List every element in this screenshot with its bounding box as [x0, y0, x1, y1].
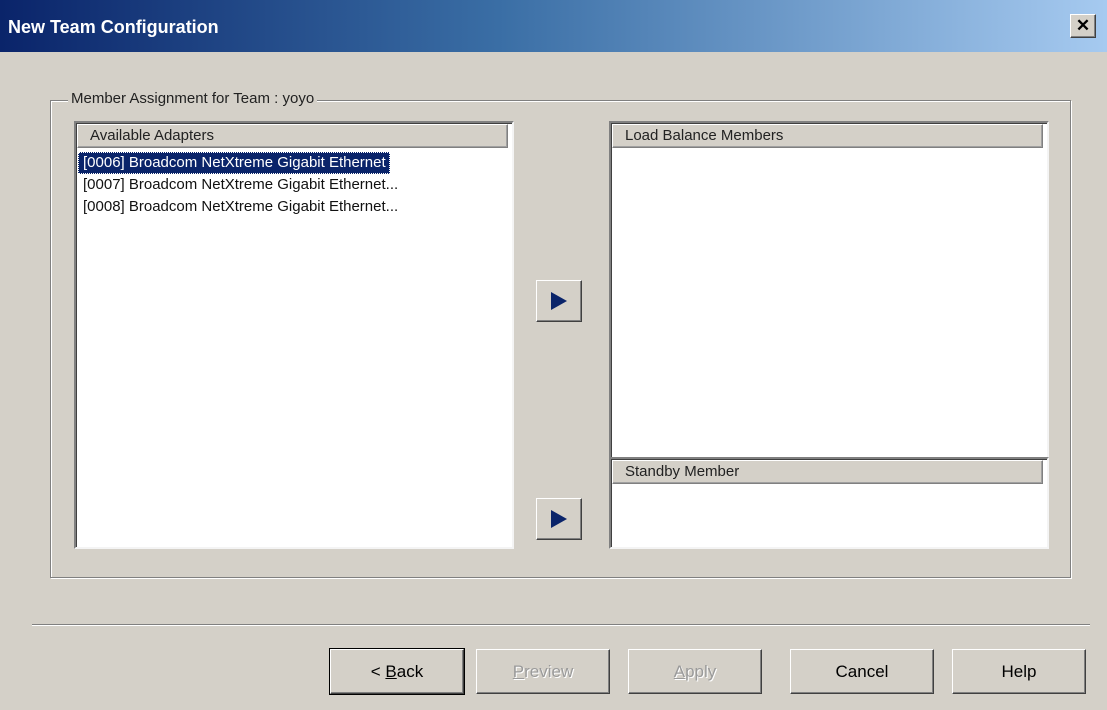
close-button[interactable]: ✕ — [1070, 14, 1096, 38]
standby-member-header[interactable]: Standby Member — [612, 460, 1043, 484]
title-bar: New Team Configuration ✕ — [0, 0, 1107, 52]
separator — [32, 624, 1090, 626]
right-triangle-icon — [551, 510, 567, 528]
load-balance-members-header[interactable]: Load Balance Members — [612, 124, 1043, 148]
window-title: New Team Configuration — [8, 17, 219, 37]
apply-accelerator: A — [673, 662, 686, 681]
preview-accelerator: P — [512, 662, 525, 681]
add-to-load-balance-button[interactable] — [536, 280, 582, 322]
list-item[interactable]: [0008] Broadcom NetXtreme Gigabit Ethern… — [78, 196, 512, 218]
close-icon: ✕ — [1075, 16, 1091, 35]
cancel-button[interactable]: Cancel — [790, 649, 934, 694]
list-item[interactable]: [0006] Broadcom NetXtreme Gigabit Ethern… — [76, 152, 512, 174]
back-accelerator: B — [385, 662, 397, 681]
add-to-standby-button[interactable] — [536, 498, 582, 540]
apply-button[interactable]: Apply — [628, 649, 762, 694]
right-triangle-icon — [551, 292, 567, 310]
help-button[interactable]: Help — [952, 649, 1086, 694]
available-adapters-header[interactable]: Available Adapters — [77, 124, 508, 148]
list-item[interactable]: [0007] Broadcom NetXtreme Gigabit Ethern… — [78, 174, 512, 196]
available-adapters-list[interactable]: Available Adapters [0006] Broadcom NetXt… — [74, 121, 514, 549]
list-item-label[interactable]: [0006] Broadcom NetXtreme Gigabit Ethern… — [78, 152, 390, 174]
group-label: Member Assignment for Team : yoyo — [68, 90, 318, 107]
preview-button[interactable]: Preview — [476, 649, 610, 694]
preview-label-rest: review — [524, 662, 574, 681]
load-balance-members-list[interactable]: Load Balance Members — [609, 121, 1049, 459]
back-label-rest: ack — [396, 662, 424, 681]
back-prefix: < — [370, 662, 386, 681]
back-button[interactable]: < Back — [329, 648, 465, 695]
standby-member-list[interactable]: Standby Member — [609, 457, 1049, 549]
apply-label-rest: pply — [685, 662, 717, 681]
